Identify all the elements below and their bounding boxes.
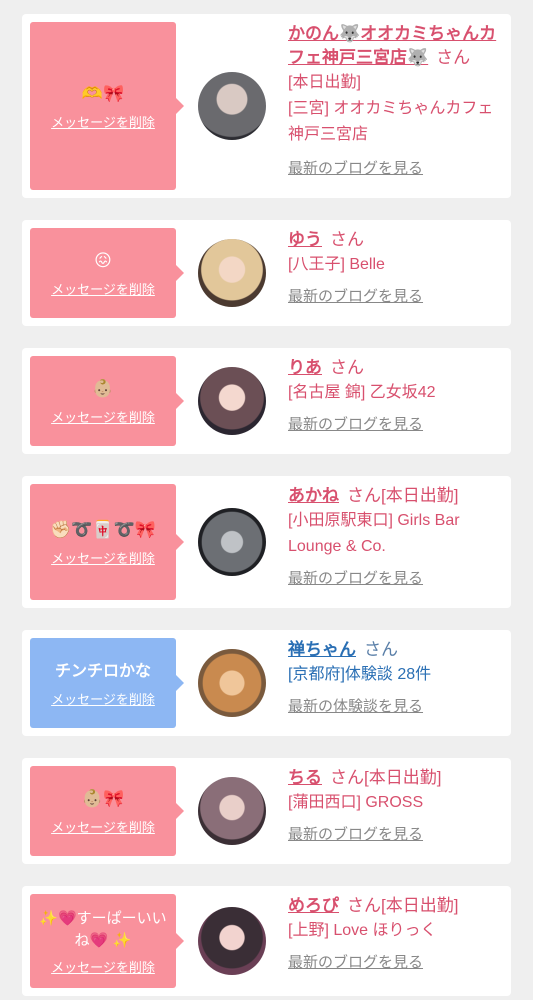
shop-name: [蒲田西口] GROSS	[288, 794, 424, 811]
shop-name: [三宮] オオカミちゃんカフェ神戸三宮店	[288, 100, 494, 143]
avatar[interactable]	[198, 907, 266, 975]
message-bubble: チンチロかな メッセージを削除	[30, 638, 184, 728]
shop-name: [上野] Love ほりっく	[288, 922, 437, 939]
list-item: ✊🏻➰🀄➰🎀 メッセージを削除 あかね さん[本日出勤] [小田原駅東口] Gir…	[22, 476, 511, 608]
list-item: 🫶🎀 メッセージを削除 かのん🐺オオカミちゃんカフェ神戸三宮店🐺 さん [本日出勤…	[22, 14, 511, 198]
latest-review-link[interactable]: 最新の体験談を見る	[288, 696, 500, 718]
delete-message-link[interactable]: メッセージを削除	[51, 279, 155, 298]
honorific: さん	[330, 358, 364, 377]
latest-blog-link[interactable]: 最新のブログを見る	[288, 414, 500, 436]
honorific: さん	[347, 486, 381, 505]
honorific: さん	[364, 640, 398, 659]
shop-name: [名古屋 錦] 乙女坂42	[288, 384, 436, 401]
status-badge: [本日出勤]	[364, 768, 442, 787]
user-name-link[interactable]: りあ	[288, 358, 322, 377]
latest-blog-link[interactable]: 最新のブログを見る	[288, 568, 500, 590]
avatar[interactable]	[198, 239, 266, 307]
delete-message-link[interactable]: メッセージを削除	[51, 689, 155, 708]
honorific: さん	[330, 768, 364, 787]
user-name-link[interactable]: あかね	[288, 486, 339, 505]
list-item: 😖 メッセージを削除 ゆう さん [八王子] Belle 最新のブログを見る	[22, 220, 511, 326]
shop-name: [八王子] Belle	[288, 256, 385, 273]
status-badge: [本日出勤]	[381, 486, 459, 505]
delete-message-link[interactable]: メッセージを削除	[51, 548, 155, 567]
user-name-link[interactable]: ゆう	[288, 230, 322, 249]
list-item: ✨💗すーぱーいいね💗 ✨ メッセージを削除 めろぴ さん[本日出勤] [上野] L…	[22, 886, 511, 996]
avatar[interactable]	[198, 367, 266, 435]
honorific: さん	[330, 230, 364, 249]
message-bubble: ✊🏻➰🀄➰🎀 メッセージを削除	[30, 484, 184, 600]
honorific: さん	[347, 896, 381, 915]
message-text: ✊🏻➰🀄➰🎀	[50, 519, 156, 540]
status-badge: [本日出勤]	[381, 896, 459, 915]
message-list: 🫶🎀 メッセージを削除 かのん🐺オオカミちゃんカフェ神戸三宮店🐺 さん [本日出勤…	[0, 0, 533, 1000]
latest-blog-link[interactable]: 最新のブログを見る	[288, 952, 500, 974]
delete-message-link[interactable]: メッセージを削除	[51, 112, 155, 131]
user-name-link[interactable]: めろぴ	[288, 896, 339, 915]
message-text: 🫶🎀	[81, 83, 125, 104]
message-bubble: 🫶🎀 メッセージを削除	[30, 22, 184, 190]
user-name-link[interactable]: 禅ちゃん	[288, 640, 356, 659]
message-bubble: 👶🏼 メッセージを削除	[30, 356, 184, 446]
avatar[interactable]	[198, 508, 266, 576]
message-text: チンチロかな	[54, 660, 151, 680]
message-bubble: 😖 メッセージを削除	[30, 228, 184, 318]
latest-blog-link[interactable]: 最新のブログを見る	[288, 286, 500, 308]
message-bubble: ✨💗すーぱーいいね💗 ✨ メッセージを削除	[30, 894, 184, 988]
shop-name: [小田原駅東口] Girls Bar Lounge & Co.	[288, 512, 460, 555]
avatar[interactable]	[198, 777, 266, 845]
shop-name: [京都府]体験談 28件	[288, 666, 432, 683]
latest-blog-link[interactable]: 最新のブログを見る	[288, 158, 500, 180]
list-item: チンチロかな メッセージを削除 禅ちゃん さん [京都府]体験談 28件 最新の体…	[22, 630, 511, 736]
message-text: ✨💗すーぱーいいね💗 ✨	[39, 908, 167, 949]
user-name-link[interactable]: ちる	[288, 768, 322, 787]
delete-message-link[interactable]: メッセージを削除	[51, 817, 155, 836]
message-text: 👶🏼🎀	[81, 788, 125, 809]
list-item: 👶🏼 メッセージを削除 りあ さん [名古屋 錦] 乙女坂42 最新のブログを見る	[22, 348, 511, 454]
status-badge: [本日出勤]	[288, 74, 361, 91]
message-bubble: 👶🏼🎀 メッセージを削除	[30, 766, 184, 856]
message-text: 👶🏼	[92, 378, 114, 399]
honorific: さん	[436, 48, 471, 67]
list-item: 👶🏼🎀 メッセージを削除 ちる さん[本日出勤] [蒲田西口] GROSS 最新の…	[22, 758, 511, 864]
avatar[interactable]	[198, 72, 266, 140]
delete-message-link[interactable]: メッセージを削除	[51, 957, 155, 976]
avatar[interactable]	[198, 649, 266, 717]
latest-blog-link[interactable]: 最新のブログを見る	[288, 824, 500, 846]
delete-message-link[interactable]: メッセージを削除	[51, 407, 155, 426]
message-text: 😖	[94, 250, 112, 271]
